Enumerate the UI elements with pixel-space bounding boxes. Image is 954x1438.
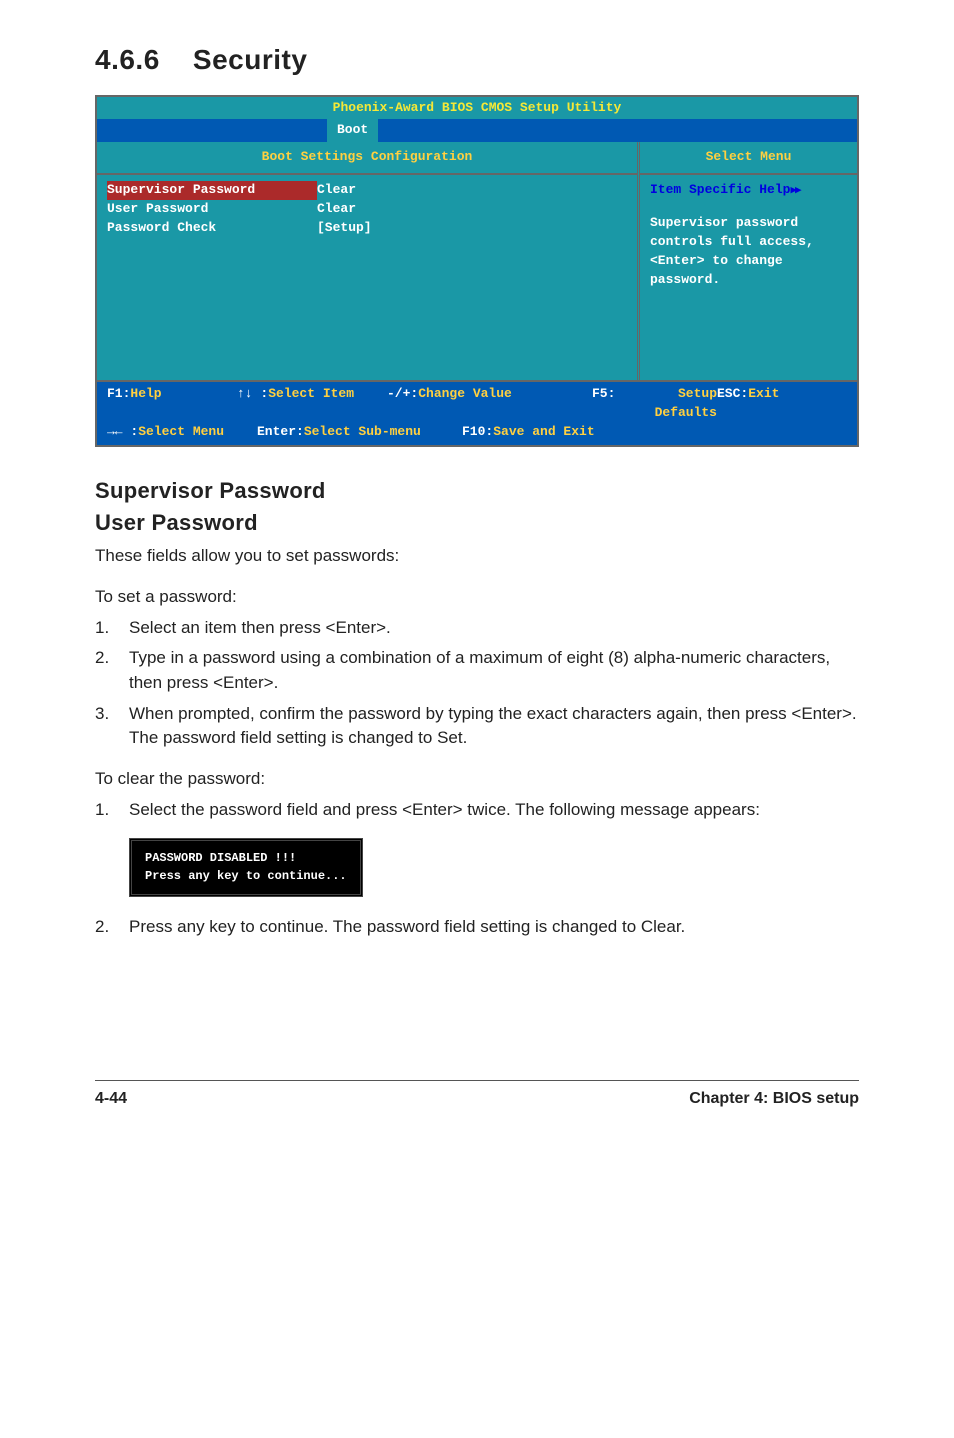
clear-password-steps-contd: 2.Press any key to continue. The passwor…: [95, 915, 859, 940]
bios-row-label: User Password: [107, 200, 317, 219]
updown-label: Select Item: [268, 385, 354, 423]
bios-row-label: Supervisor Password: [107, 181, 317, 200]
bios-right-panel-title: Select Menu: [640, 142, 857, 175]
bios-row-value: Clear: [317, 181, 356, 200]
page-number: 4-44: [95, 1087, 127, 1110]
f10-label: Save and Exit: [493, 423, 594, 442]
bios-help-body: Supervisor password controls full access…: [650, 214, 847, 289]
list-item: 2.Press any key to continue. The passwor…: [95, 915, 859, 940]
step-text: Type in a password using a combination o…: [129, 646, 859, 695]
f5-key: F5:: [592, 385, 615, 423]
section-number: 4.6.6: [95, 44, 160, 75]
heading-user-password: User Password: [95, 507, 859, 539]
plusminus-label: Change Value: [418, 385, 512, 423]
f5-label: Setup Defaults: [615, 385, 717, 423]
bios-row-value: Clear: [317, 200, 356, 219]
password-disabled-dialog: PASSWORD DISABLED !!! Press any key to c…: [129, 838, 859, 897]
esc-key: ESC:: [717, 385, 748, 423]
page-footer: 4-44 Chapter 4: BIOS setup: [95, 1080, 859, 1110]
bios-row-user-password[interactable]: User Password Clear: [107, 200, 627, 219]
password-disabled-text: PASSWORD DISABLED !!! Press any key to c…: [135, 844, 357, 891]
list-item: 1.Select an item then press <Enter>.: [95, 616, 859, 641]
plusminus-key: -/+:: [387, 385, 418, 423]
bios-row-password-check[interactable]: Password Check [Setup]: [107, 219, 627, 238]
updown-key: ↑↓ :: [237, 385, 268, 423]
list-item: 1.Select the password field and press <E…: [95, 798, 859, 823]
leftright-key: →← :: [107, 423, 138, 442]
step-text: Select an item then press <Enter>.: [129, 616, 391, 641]
bios-row-supervisor-password[interactable]: Supervisor Password Clear: [107, 181, 627, 200]
bios-tab-boot[interactable]: Boot: [327, 119, 378, 142]
enter-label: Select Sub-menu: [304, 423, 421, 442]
esc-label: Exit: [748, 385, 779, 423]
bios-settings-list: Supervisor Password Clear User Password …: [97, 175, 637, 380]
section-heading: 4.6.6 Security: [95, 40, 859, 81]
bios-left-panel-title: Boot Settings Configuration: [97, 142, 637, 175]
triangle-right-icon: ▶▶: [790, 185, 799, 197]
enter-key: Enter:: [257, 423, 304, 442]
bios-row-label: Password Check: [107, 219, 317, 238]
f10-key: F10:: [462, 423, 493, 442]
to-clear-password-label: To clear the password:: [95, 767, 859, 792]
f1-key: F1:: [107, 385, 130, 423]
bios-menubar: Boot: [97, 119, 857, 142]
list-item: 2.Type in a password using a combination…: [95, 646, 859, 695]
section-title-text: Security: [193, 44, 308, 75]
bios-help-panel: Item Specific Help▶▶ Supervisor password…: [640, 175, 857, 380]
heading-supervisor-password: Supervisor Password: [95, 475, 859, 507]
list-item: 3.When prompted, confirm the password by…: [95, 702, 859, 751]
f1-label: Help: [130, 385, 161, 423]
step-text: When prompted, confirm the password by t…: [129, 702, 859, 751]
bios-help-heading: Item Specific Help▶▶: [650, 181, 847, 200]
bios-footer-keys: F1:Help ↑↓ : Select Item -/+: Change Val…: [97, 380, 857, 445]
step-text: Press any key to continue. The password …: [129, 915, 685, 940]
leftright-label: Select Menu: [138, 423, 224, 442]
clear-password-steps: 1.Select the password field and press <E…: [95, 798, 859, 823]
to-set-password-label: To set a password:: [95, 585, 859, 610]
bios-row-value: [Setup]: [317, 219, 372, 238]
intro-text: These fields allow you to set passwords:: [95, 544, 859, 569]
bios-utility-title: Phoenix-Award BIOS CMOS Setup Utility: [97, 97, 857, 120]
bios-screenshot: Phoenix-Award BIOS CMOS Setup Utility Bo…: [95, 95, 859, 447]
step-text: Select the password field and press <Ent…: [129, 798, 760, 823]
set-password-steps: 1.Select an item then press <Enter>. 2.T…: [95, 616, 859, 751]
chapter-title: Chapter 4: BIOS setup: [689, 1087, 859, 1110]
